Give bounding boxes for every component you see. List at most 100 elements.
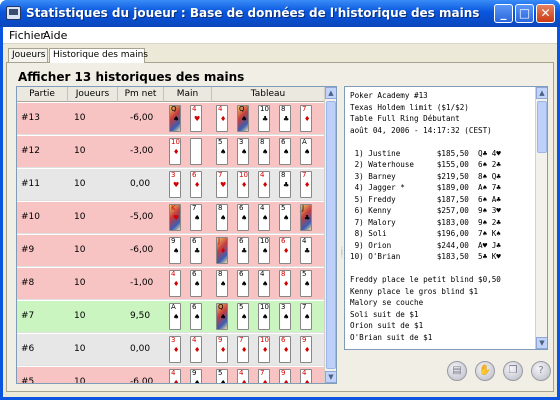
- tab-historique-des-mains[interactable]: Historique des mains: [49, 48, 148, 63]
- card-suit: ♠: [194, 280, 201, 288]
- card-rank: 4: [192, 336, 197, 344]
- scroll-down-arrow-icon[interactable]: ▼: [325, 371, 336, 383]
- history-scroll-down-arrow-icon[interactable]: ▼: [536, 337, 547, 349]
- table-row[interactable]: #7 10 9,50 A ♠ 6 ♠ Q ♠ 5 ♠ 10 ♠ 3 ♠ 7 ♠: [17, 301, 325, 333]
- history-scrollbar[interactable]: ▲ ▼: [535, 87, 547, 349]
- history-line: Table Full Ring Débutant: [350, 114, 460, 123]
- table-row[interactable]: #5 10 -6,00 4 ♦ 9 ♠ 5 ♠ 4 ♦ 7 ♦ 9 ♦ 4 ♦: [17, 367, 325, 384]
- card-suit: ♦: [283, 280, 290, 288]
- playing-card: 9 ♦: [279, 369, 291, 384]
- cell-partie: #12: [21, 146, 40, 156]
- tab-joueurs[interactable]: Joueurs: [8, 48, 48, 62]
- table-row[interactable]: #8 10 -1,00 4 ♦ 6 ♠ 8 ♠ 6 ♠ 4 ♠ 8 ♦ 5 ♠: [17, 268, 325, 300]
- title-bar[interactable]: Statistiques du joueur : Base de données…: [0, 0, 560, 27]
- playing-card: 5 ♠: [300, 270, 312, 297]
- card-suit: ♣: [304, 214, 311, 222]
- card-rank: K: [171, 204, 176, 212]
- playing-card: 6 ♣: [237, 237, 249, 264]
- card-rank: 9: [218, 336, 223, 344]
- card-suit: ♠: [241, 280, 248, 288]
- history-scroll-up-arrow-icon[interactable]: ▲: [536, 87, 547, 99]
- card-rank: 6: [281, 138, 286, 146]
- card-rank: 4: [260, 270, 265, 278]
- table-scrollbar[interactable]: ▲ ▼: [324, 87, 336, 383]
- close-button[interactable]: ✕: [536, 4, 555, 23]
- card-rank: 10: [239, 171, 248, 179]
- playing-card: 4 ♠: [258, 204, 270, 231]
- playing-card: 6 ♠: [279, 138, 291, 165]
- card-suit: ♦: [283, 379, 290, 384]
- card-rank: A: [302, 138, 307, 146]
- column-header-pm-net[interactable]: Pm net: [118, 87, 164, 102]
- card-suit: ♣: [283, 181, 290, 189]
- table-row[interactable]: #12 10 -3,00 10 ♦ 5 ♠ 3 ♠ 8 ♠ 6 ♠ A ♠: [17, 136, 325, 168]
- card-suit: ♠: [220, 280, 227, 288]
- hand-icon[interactable]: ✋: [475, 361, 495, 381]
- minimize-button[interactable]: _: [494, 4, 513, 23]
- table-row[interactable]: #9 10 -6,00 9 ♠ 6 ♣ J ♦ 6 ♣ 10 ♠ 6 ♦ 4 ♣: [17, 235, 325, 267]
- table-row[interactable]: #11 10 0,00 3 ♥ 6 ♦ 7 ♥ 10 ♦ 4 ♦ 8 ♣ 7 ♦: [17, 169, 325, 201]
- card-rank: 6: [281, 237, 286, 245]
- card-suit: ♦: [173, 148, 180, 156]
- card-rank: 3: [171, 336, 176, 344]
- maximize-button[interactable]: □: [515, 4, 534, 23]
- cell-joueurs: 10: [74, 179, 86, 189]
- playing-card: 4 ♦: [258, 171, 270, 198]
- table-row[interactable]: #6 10 0,00 3 ♦ 4 ♦ 9 ♦ 7 ♦ 10 ♦ 6 ♦ 9 ♦: [17, 334, 325, 366]
- card-suit: ♠: [304, 313, 311, 321]
- card-suit: ♦: [262, 346, 269, 354]
- history-line: 6) Kenny $257,00 9♠ 3♥: [350, 206, 501, 215]
- playing-card: 4 ♣: [300, 237, 312, 264]
- table-row[interactable]: #10 10 -5,00 K ♥ 7 ♠ 8 ♠ 6 ♠ 4 ♠ 5 ♠ J ♣: [17, 202, 325, 234]
- card-suit: ♦: [283, 247, 290, 255]
- menu-aide[interactable]: Aide: [43, 29, 67, 42]
- playing-card: 8 ♠: [216, 204, 228, 231]
- help-icon[interactable]: ?: [531, 361, 551, 381]
- card-suit: ♦: [304, 379, 311, 384]
- card-rank: 4: [239, 369, 244, 377]
- card-suit: ♣: [194, 247, 201, 255]
- menu-fichier[interactable]: Fichier: [9, 29, 45, 42]
- history-scroll-thumb[interactable]: [537, 101, 547, 153]
- database-icon[interactable]: ▤: [447, 361, 467, 381]
- cell-joueurs: 10: [74, 146, 86, 156]
- cell-partie: #5: [21, 377, 35, 384]
- card-rank: 10: [260, 237, 269, 245]
- playing-card: 9 ♠: [190, 369, 202, 383]
- cell-joueurs: 10: [74, 278, 86, 288]
- card-rank: 9: [171, 237, 176, 245]
- playing-card: 6 ♣: [190, 237, 202, 264]
- card-suit: ♠: [173, 313, 180, 321]
- column-header-joueurs[interactable]: Joueurs: [68, 87, 118, 102]
- history-line: Orion suit de $1: [350, 321, 424, 330]
- card-suit: ♠: [220, 148, 227, 156]
- card-rank: 8: [281, 171, 286, 179]
- card-suit: ♦: [173, 346, 180, 354]
- playing-card: 3 ♥: [169, 171, 181, 198]
- card-suit: ♦: [304, 346, 311, 354]
- table-row[interactable]: #13 10 -6,00 Q ♠ 4 ♥ 4 ♦ Q ♠ 10 ♣ 8 ♣ 7 ♦: [17, 103, 325, 135]
- playing-card: 7 ♥: [216, 171, 228, 198]
- playing-card: 4 ♦: [300, 369, 312, 384]
- card-rank: 7: [239, 336, 244, 344]
- card-suit: ♠: [283, 148, 290, 156]
- page-title: Afficher 13 historiques des mains: [18, 70, 245, 84]
- hand-history-text: Poker Academy #13 Texas Holdem limit ($1/…: [344, 86, 548, 350]
- card-suit: ♦: [304, 115, 311, 123]
- card-rank: 5: [218, 138, 223, 146]
- scroll-up-arrow-icon[interactable]: ▲: [325, 87, 336, 99]
- card-rank: 5: [239, 303, 244, 311]
- playing-card: 8 ♦: [279, 270, 291, 297]
- copy-icon[interactable]: ❐: [503, 361, 523, 381]
- cell-joueurs: 10: [74, 113, 86, 123]
- scroll-thumb[interactable]: [326, 101, 336, 369]
- column-header-main[interactable]: Main: [164, 87, 212, 102]
- card-rank: Q: [239, 105, 245, 113]
- history-line: 1) Justine $185,50 Q♣ 4♥: [350, 148, 501, 158]
- column-header-partie[interactable]: Partie: [17, 87, 68, 102]
- card-rank: 4: [171, 270, 176, 278]
- history-line: 5) Freddy $187,50 6♠ A♣: [350, 194, 501, 204]
- column-header-tableau[interactable]: Tableau: [212, 87, 325, 102]
- card-rank: 5: [218, 369, 223, 377]
- playing-card: 9 ♦: [300, 336, 312, 363]
